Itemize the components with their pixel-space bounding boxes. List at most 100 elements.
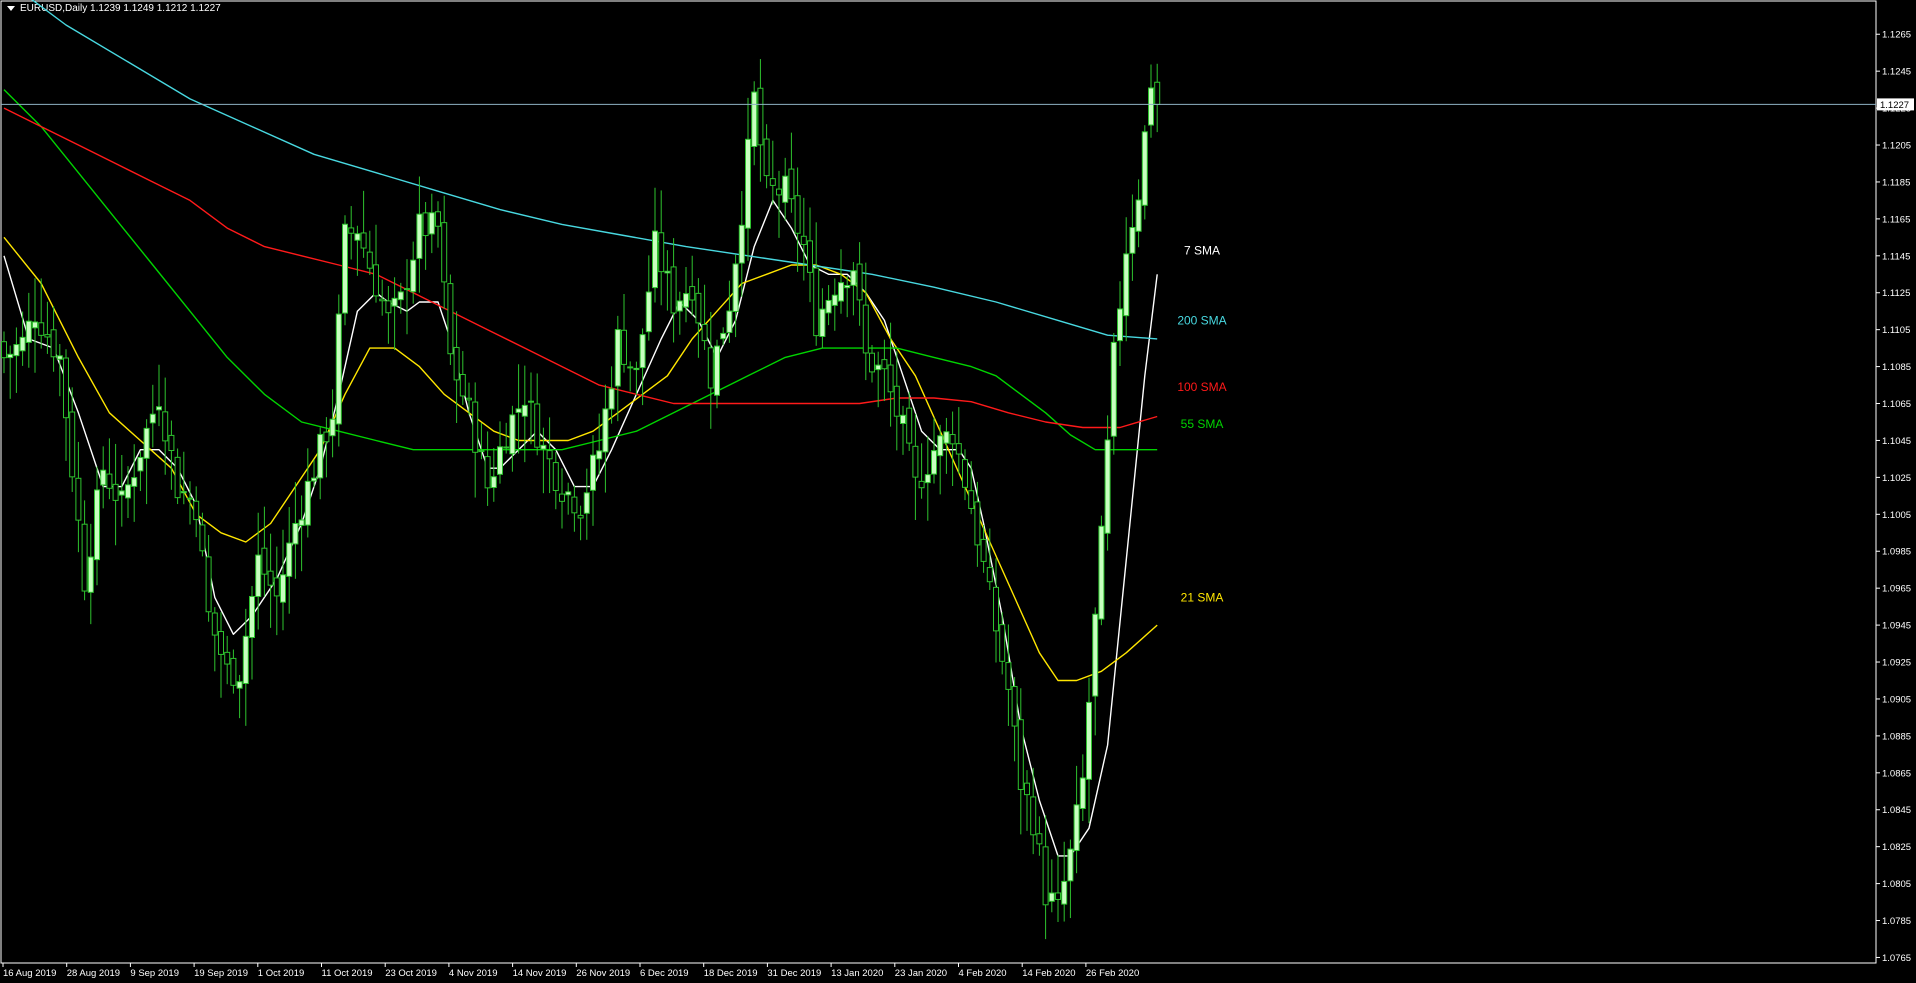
candle-body <box>32 321 38 329</box>
y-tick-label: 1.1085 <box>1882 362 1911 373</box>
candle-body <box>1005 662 1012 690</box>
candle-body <box>980 538 987 562</box>
candle-body <box>472 401 479 453</box>
chart-window[interactable]: EURUSD,Daily 1.1239 1.1249 1.1212 1.1227… <box>0 0 1916 983</box>
candle-body <box>218 631 224 655</box>
price-chart[interactable]: 1.12651.12451.12251.12051.11851.11651.11… <box>0 0 1916 983</box>
candle-body <box>205 556 212 613</box>
candle-body <box>459 374 466 397</box>
x-tick-label: 31 Dec 2019 <box>767 968 821 979</box>
candle-body <box>559 493 565 502</box>
y-tick-label: 1.1185 <box>1882 177 1910 188</box>
candle-body <box>546 450 553 460</box>
y-tick-label: 1.0805 <box>1882 879 1911 890</box>
x-tick-label: 26 Nov 2019 <box>576 968 630 979</box>
y-tick-label: 1.0965 <box>1882 584 1911 595</box>
candle-body <box>1073 804 1080 852</box>
y-tick-label: 1.1045 <box>1882 436 1911 447</box>
candle-body <box>162 411 169 442</box>
candle-body <box>7 353 14 359</box>
candle-body <box>577 514 584 519</box>
y-tick-label: 1.0845 <box>1882 805 1911 816</box>
candle-body <box>1024 782 1030 796</box>
candle-body <box>844 284 851 289</box>
x-tick-label: 9 Sep 2019 <box>130 968 179 979</box>
candle-body <box>13 344 20 357</box>
candle-body <box>410 259 417 293</box>
candle-body <box>689 286 696 301</box>
candle-body <box>800 235 807 246</box>
candle-body <box>931 450 937 475</box>
candle-body <box>583 492 590 514</box>
candle-body <box>242 635 249 685</box>
x-tick-label: 23 Jan 2020 <box>895 968 947 979</box>
candle-body <box>807 240 813 273</box>
candle-body <box>1148 87 1154 126</box>
candle-body <box>428 212 435 235</box>
candle-body <box>918 480 925 489</box>
candle-body <box>1048 892 1055 902</box>
candle-body <box>1042 846 1049 906</box>
candle-body <box>81 523 88 592</box>
candle-body <box>112 483 119 501</box>
candle-body <box>968 490 975 509</box>
candle-body <box>720 332 727 340</box>
candle-body <box>714 345 720 396</box>
candle-body <box>1154 81 1161 105</box>
candle-body <box>193 500 200 521</box>
x-tick-label: 6 Dec 2019 <box>640 968 689 979</box>
x-tick-label: 14 Nov 2019 <box>513 968 567 979</box>
candle-body <box>645 291 652 333</box>
candle-body <box>937 435 944 457</box>
candle-body <box>726 310 733 333</box>
y-tick-label: 1.1005 <box>1882 510 1911 521</box>
candle-body <box>608 388 615 410</box>
candle-body <box>286 542 293 577</box>
candle-body <box>379 298 386 302</box>
candle-body <box>906 407 913 444</box>
y-tick-label: 1.0785 <box>1882 916 1911 927</box>
y-tick-label: 1.0905 <box>1882 694 1911 705</box>
candle-body <box>521 404 528 417</box>
y-tick-label: 1.0825 <box>1882 842 1911 853</box>
candle-body <box>1110 341 1117 437</box>
candle-body <box>453 346 460 381</box>
candle-body <box>670 266 677 314</box>
candle-body <box>534 403 541 448</box>
candle-body <box>125 484 131 499</box>
candle-body <box>776 188 782 196</box>
y-tick-label: 1.1145 <box>1882 251 1910 262</box>
candle-body <box>335 313 342 425</box>
candle-body <box>658 232 665 273</box>
candle-body <box>497 446 503 475</box>
candle-body <box>639 334 646 369</box>
candle-body <box>168 434 175 452</box>
candle-body <box>838 282 844 302</box>
candle-body <box>732 263 739 312</box>
candle-body <box>416 213 423 259</box>
y-tick-label: 1.1165 <box>1882 214 1910 225</box>
candle-body <box>614 329 621 387</box>
candle-body <box>881 359 888 370</box>
candle-body <box>993 586 999 632</box>
sma-label-7-sma: 7 SMA <box>1184 243 1220 257</box>
x-axis: 16 Aug 2019 28 Aug 2019 9 Sep 2019 19 Sep 2… <box>2 963 1139 979</box>
y-tick-label: 1.1245 <box>1882 67 1911 78</box>
y-tick-label: 1.0985 <box>1882 547 1911 558</box>
candle-body <box>422 212 429 237</box>
y-tick-label: 1.0925 <box>1882 658 1911 669</box>
y-tick-label: 1.1205 <box>1882 141 1911 152</box>
candle-body <box>509 414 516 455</box>
candle-body <box>962 459 968 488</box>
candle-body <box>627 366 634 369</box>
current-price-label: 1.1227 <box>1880 100 1909 111</box>
y-tick-label: 1.0765 <box>1882 953 1911 964</box>
candle-body <box>50 329 57 358</box>
candle-layer <box>1 59 1161 940</box>
sma-line-200-sma <box>31 0 1158 340</box>
candle-body <box>825 299 832 314</box>
candle-body <box>652 230 658 289</box>
sma-layer <box>3 0 1158 857</box>
candle-body <box>63 357 69 419</box>
candle-body <box>187 497 193 500</box>
